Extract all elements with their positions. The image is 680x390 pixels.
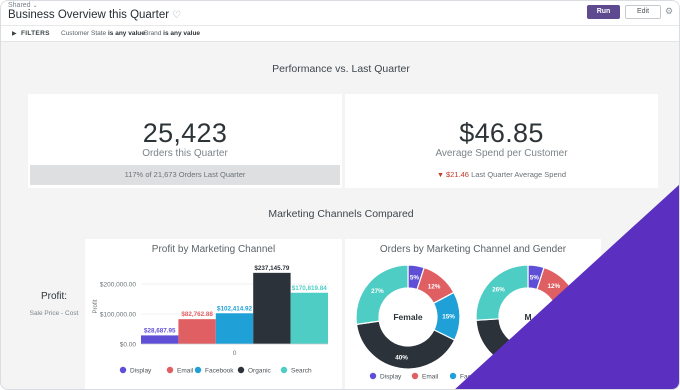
profit-bar-chart: $0.00 $100,000.00 $200,000.00 Profit $28,687… (93, 265, 328, 375)
bar-value-label: $237,145.79 (254, 265, 290, 272)
legend-marker (119, 366, 127, 374)
y-tick-label: $200,000.00 (100, 282, 137, 289)
bar (253, 272, 291, 344)
legend-marker (449, 372, 457, 380)
profit-chart-card: Profit by Marketing Channel $0.00 $100,00… (85, 239, 342, 389)
kpi-card-avg-spend: $46.85 Average Spend per Customer ▼ $21.… (345, 94, 658, 188)
kpi-comparison: 117% of 21,673 Orders Last Quarter (30, 165, 340, 185)
legend-marker (369, 372, 377, 380)
legend-item: Organic (248, 368, 272, 375)
down-arrow-icon: ▼ (436, 172, 444, 179)
slice-label: 12% (428, 283, 441, 290)
y-tick-label: $100,000.00 (100, 312, 137, 319)
kpi-value: $46.85 (459, 118, 544, 148)
filters-toggle[interactable]: FILTERS (21, 30, 50, 37)
gear-icon[interactable]: ⚙ (665, 6, 675, 16)
kpi-comparison-text: Last Quarter Average Spend (471, 170, 566, 179)
slice-label: 27% (371, 288, 384, 295)
kpi-comparison-value: 21,673 (153, 170, 177, 179)
legend-marker (194, 366, 202, 374)
kpi-card-orders: 25,423 Orders this Quarter 117% of 21,67… (28, 94, 342, 188)
section-title-performance: Performance vs. Last Quarter (272, 63, 410, 75)
section-title-channels: Marketing Channels Compared (268, 208, 414, 220)
bar (141, 335, 179, 344)
bar-value-label: $102,414.92 (217, 305, 253, 312)
kpi-label: Average Spend per Customer (435, 148, 568, 159)
bar (178, 319, 216, 344)
legend-item: Display (380, 374, 402, 381)
legend-item: Email (177, 368, 194, 375)
legend-marker (166, 366, 174, 374)
filter-name: Customer State (61, 30, 107, 37)
kpi-comparison-pct: 117% (124, 170, 144, 179)
slice-label: 5% (530, 274, 540, 281)
filter-value: is any value (163, 30, 201, 37)
profit-formula: Sale Price - Cost (29, 310, 79, 317)
kpi-comparison-text: Orders Last Quarter (178, 170, 246, 179)
orders-donut-chart: 5% 12% 15% 40% 27% Female 5% 12% 26% M Display Emai… (355, 264, 581, 381)
bar-value-label: $170,819.84 (292, 285, 328, 292)
profit-definition: Profit: Sale Price - Cost (23, 291, 85, 318)
bar (215, 313, 254, 344)
slice-label: 15% (442, 314, 455, 321)
run-button[interactable]: Run (587, 5, 620, 19)
kpi-label: Orders this Quarter (142, 148, 228, 159)
kpi-comparison: ▼ $21.46 Last Quarter Average Spend (347, 165, 656, 185)
profit-label: Profit: (40, 291, 68, 302)
bar-value-label: $82,762.88 (181, 311, 213, 318)
dashboard-window: Shared ⌄ Business Overview this Quarter ♡ … (0, 0, 680, 390)
filter-customer-state[interactable]: Customer State is any value (61, 30, 145, 37)
filter-name: Brand (144, 30, 162, 37)
dashboard-title-text: Business Overview this Quarter (8, 9, 170, 21)
legend-item: Fac (460, 374, 472, 381)
legend-marker (280, 366, 288, 374)
dashboard-header: Shared ⌄ Business Overview this Quarter ♡ … (1, 1, 679, 25)
donut-center-label: Female (393, 312, 423, 322)
bar-value-label: $28,687.95 (144, 327, 176, 334)
caret-right-icon[interactable]: ▶ (12, 30, 17, 37)
legend-marker (411, 372, 419, 380)
bar (290, 292, 328, 344)
x-tick-label: 0 (233, 350, 237, 357)
filter-value: is any value (107, 30, 145, 37)
kpi-comparison-value: $21.46 (446, 170, 469, 179)
filter-bar: ▶ FILTERS Customer State is any value Br… (1, 25, 679, 42)
shared-label: Shared (8, 2, 31, 9)
edit-button[interactable]: Edit (625, 5, 661, 19)
legend-item: Facebook (205, 368, 234, 375)
legend-item: Email (422, 374, 439, 381)
orders-donut-card: Orders by Marketing Channel and Gender 5… (345, 239, 601, 389)
dashboard-title: Business Overview this Quarter ♡ (8, 9, 181, 21)
y-tick-label: $0.00 (120, 342, 137, 349)
kpi-value: 25,423 (142, 118, 228, 148)
heart-icon[interactable]: ♡ (172, 10, 181, 21)
shared-folder-link[interactable]: Shared ⌄ (8, 2, 38, 9)
slice-label: 5% (410, 274, 420, 281)
legend-item: Search (291, 368, 312, 375)
y-axis-label: Profit (93, 299, 99, 313)
kpi-comparison-of: of (145, 170, 152, 179)
legend-item: Display (130, 368, 152, 375)
slice-label: 40% (395, 354, 408, 361)
slice-label: 12% (548, 283, 561, 290)
legend-marker (237, 366, 245, 374)
slice-label: 26% (492, 287, 505, 294)
donut-center-label: M (524, 312, 531, 322)
filter-brand[interactable]: Brand is any value (144, 30, 200, 37)
